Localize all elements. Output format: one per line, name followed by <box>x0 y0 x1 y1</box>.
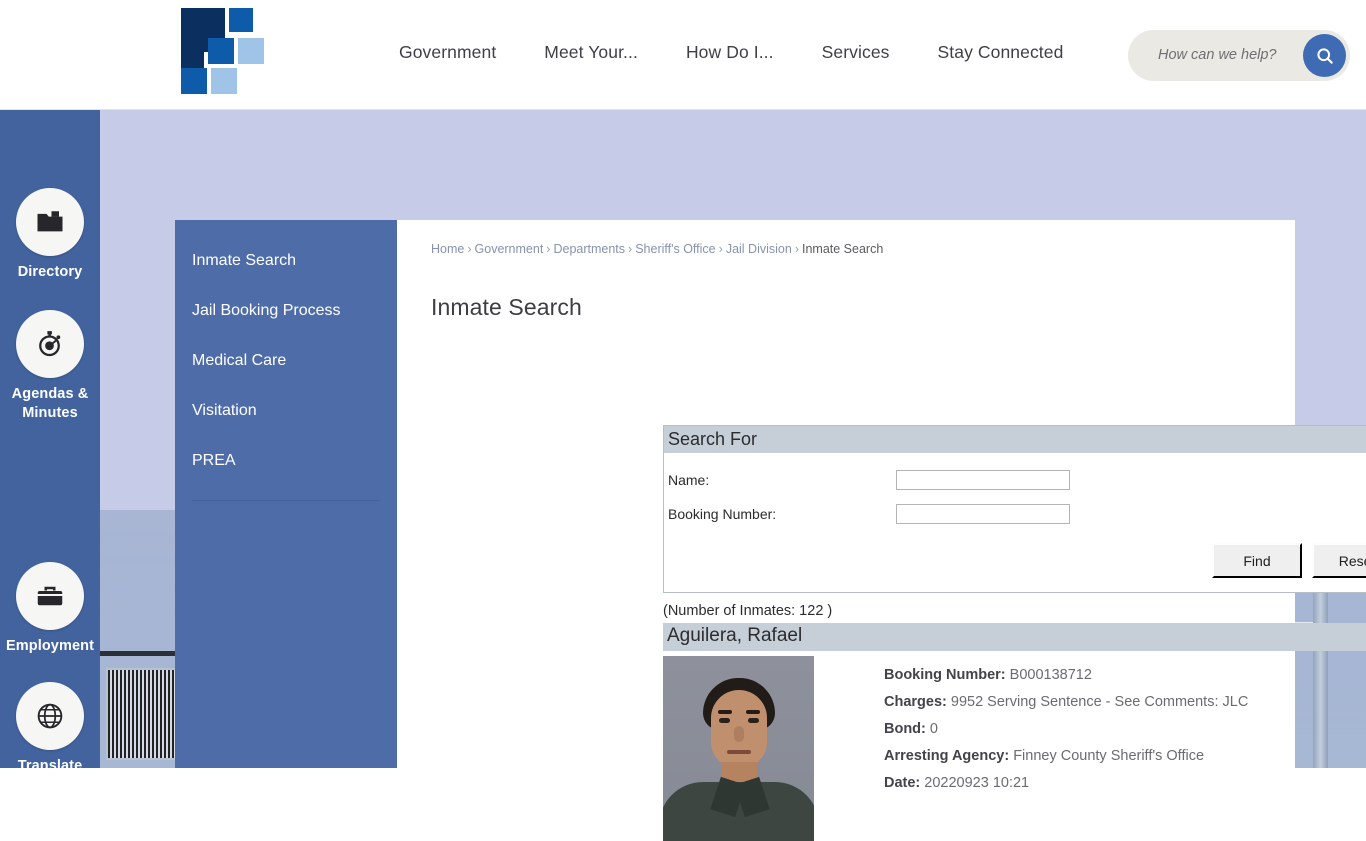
detail-label: Arresting Agency: <box>884 748 1009 764</box>
sidebar-item-visitation[interactable]: Visitation <box>175 386 397 436</box>
detail-value: Finney County Sheriff's Office <box>1013 748 1204 764</box>
briefcase-icon <box>16 562 84 630</box>
folder-icon <box>16 188 84 256</box>
quick-links-rail: Directory Agendas & Minutes Employment <box>0 110 100 768</box>
quick-link-label: Agendas & Minutes <box>0 385 100 423</box>
section-navigation: Inmate Search Jail Booking Process Medic… <box>175 220 397 768</box>
globe-icon <box>16 682 84 750</box>
detail-label: Bond: <box>884 721 926 737</box>
search-for-panel: Search For Name: Booking Number: Find Re… <box>663 425 1366 593</box>
nav-item-stay-connected[interactable]: Stay Connected <box>914 42 1088 63</box>
search-submit-button[interactable] <box>1303 34 1346 77</box>
search-panel-body: Name: Booking Number: Find Reset <box>664 453 1366 592</box>
detail-value: 9952 Serving Sentence - See Comments: JL… <box>951 694 1248 710</box>
sidebar-divider <box>192 500 380 501</box>
detail-label: Charges: <box>884 694 947 710</box>
breadcrumb-current: Inmate Search <box>802 242 883 256</box>
nav-item-how-do-i[interactable]: How Do I... <box>662 42 798 63</box>
breadcrumb-separator: › <box>464 242 474 256</box>
find-button[interactable]: Find <box>1212 543 1302 578</box>
form-buttons: Find Reset <box>668 531 1366 578</box>
search-panel-heading: Search For <box>664 426 1366 453</box>
site-header: Government Meet Your... How Do I... Serv… <box>0 0 1366 110</box>
sidebar-item-prea[interactable]: PREA <box>175 436 397 486</box>
quick-link-translate[interactable]: Translate <box>0 682 100 776</box>
content-card: Inmate Search Jail Booking Process Medic… <box>175 220 1295 768</box>
page-title: Inmate Search <box>431 294 1271 321</box>
sidebar-item-inmate-search[interactable]: Inmate Search <box>175 236 397 286</box>
quick-link-label: Directory <box>0 263 100 282</box>
breadcrumb-separator: › <box>716 242 726 256</box>
breadcrumb-sheriffs-office[interactable]: Sheriff's Office <box>635 242 715 256</box>
nav-item-meet-your[interactable]: Meet Your... <box>520 42 662 63</box>
breadcrumb-separator: › <box>543 242 553 256</box>
stopwatch-icon <box>16 310 84 378</box>
sidebar-item-medical-care[interactable]: Medical Care <box>175 336 397 386</box>
name-label: Name: <box>668 472 896 488</box>
detail-booking-number: Booking Number: B000138712 <box>884 662 1248 689</box>
detail-value: 0 <box>930 721 938 737</box>
inmate-details: Booking Number: B000138712 Charges: 9952… <box>814 656 1248 841</box>
inmate-record: Aguilera, Rafael Booking Number: B00013 <box>663 623 1366 841</box>
name-input[interactable] <box>896 470 1070 490</box>
main-content: Home›Government›Departments›Sheriff's Of… <box>397 220 1295 768</box>
sidebar-item-jail-booking-process[interactable]: Jail Booking Process <box>175 286 397 336</box>
reset-button[interactable]: Reset <box>1312 543 1366 578</box>
results-list: (Number of Inmates: 122 ) Aguilera, Rafa… <box>663 603 1366 841</box>
breadcrumb-separator: › <box>792 242 802 256</box>
booking-number-input[interactable] <box>896 504 1070 524</box>
breadcrumb-separator: › <box>625 242 635 256</box>
detail-value: B000138712 <box>1010 667 1092 683</box>
main-navigation: Government Meet Your... How Do I... Serv… <box>375 42 1087 63</box>
detail-label: Date: <box>884 775 920 791</box>
breadcrumb-jail-division[interactable]: Jail Division <box>726 242 792 256</box>
nav-item-services[interactable]: Services <box>798 42 914 63</box>
breadcrumb-departments[interactable]: Departments <box>553 242 625 256</box>
search-icon <box>1315 46 1335 66</box>
site-logo[interactable] <box>181 8 273 94</box>
site-search <box>1128 30 1350 81</box>
name-field-row: Name: <box>668 463 1366 497</box>
photo-vent-grate <box>106 668 184 760</box>
search-input[interactable] <box>1156 46 1296 64</box>
quick-link-employment[interactable]: Employment <box>0 562 100 656</box>
booking-number-label: Booking Number: <box>668 506 896 522</box>
detail-bond: Bond: 0 <box>884 716 1248 743</box>
detail-arresting-agency: Arresting Agency: Finney County Sheriff'… <box>884 743 1248 770</box>
inmate-name: Aguilera, Rafael <box>663 623 1366 651</box>
quick-link-label: Employment <box>0 637 100 656</box>
inmate-body: Booking Number: B000138712 Charges: 9952… <box>663 651 1366 841</box>
detail-charges: Charges: 9952 Serving Sentence - See Com… <box>884 689 1248 716</box>
detail-date: Date: 20220923 10:21 <box>884 770 1248 797</box>
inmate-count: (Number of Inmates: 122 ) <box>663 603 1366 623</box>
quick-link-label: Translate <box>0 757 100 776</box>
quick-link-agendas-minutes[interactable]: Agendas & Minutes <box>0 310 100 423</box>
breadcrumb-government[interactable]: Government <box>475 242 544 256</box>
inmate-mugshot <box>663 656 814 841</box>
breadcrumb: Home›Government›Departments›Sheriff's Of… <box>431 236 1271 256</box>
detail-label: Booking Number: <box>884 667 1006 683</box>
nav-item-government[interactable]: Government <box>375 42 520 63</box>
quick-link-directory[interactable]: Directory <box>0 188 100 282</box>
breadcrumb-home[interactable]: Home <box>431 242 464 256</box>
booking-field-row: Booking Number: <box>668 497 1366 531</box>
detail-value: 20220923 10:21 <box>924 775 1029 791</box>
